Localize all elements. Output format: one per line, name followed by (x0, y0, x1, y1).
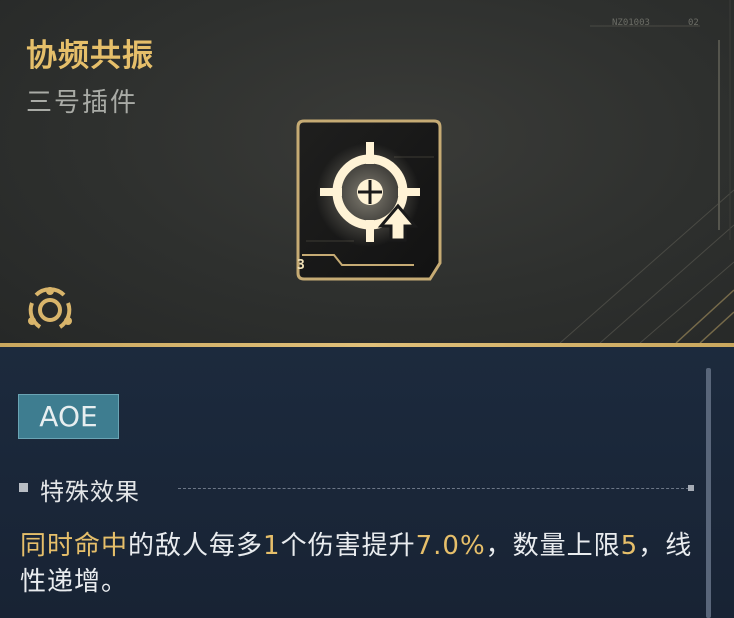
desc-highlight: 7.0% (415, 531, 486, 561)
corner-code-number: 02 (688, 18, 699, 28)
item-title: 协频共振 (26, 38, 154, 74)
section-divider-end (688, 485, 694, 491)
aoe-tag: AOE (18, 394, 119, 439)
tri-node-hexagon-icon (28, 287, 72, 329)
plugin-level: 3 (297, 258, 305, 273)
desc-text: 个伤害提升 (280, 531, 416, 561)
details-scrollbar[interactable] (706, 368, 711, 618)
desc-highlight: 同时命中 (20, 531, 129, 561)
item-header-panel: 协频共振 三号插件 NZ01003 02 3 (0, 0, 734, 343)
desc-text: ，数量上限 (485, 531, 621, 561)
section-bullet-icon (19, 483, 28, 492)
effect-description: 同时命中的敌人每多1个伤害提升7.0%，数量上限5，线性递增。 (20, 528, 700, 600)
section-divider (178, 488, 694, 489)
crosshair-up-arrow-icon (320, 142, 420, 242)
desc-highlight: 5 (620, 531, 639, 561)
item-subtitle: 三号插件 (26, 88, 139, 118)
desc-text: 的敌人每多 (128, 531, 264, 561)
corner-code: NZ01003 (612, 18, 650, 28)
section-title: 特殊效果 (40, 478, 140, 506)
desc-highlight: 1 (263, 531, 281, 561)
